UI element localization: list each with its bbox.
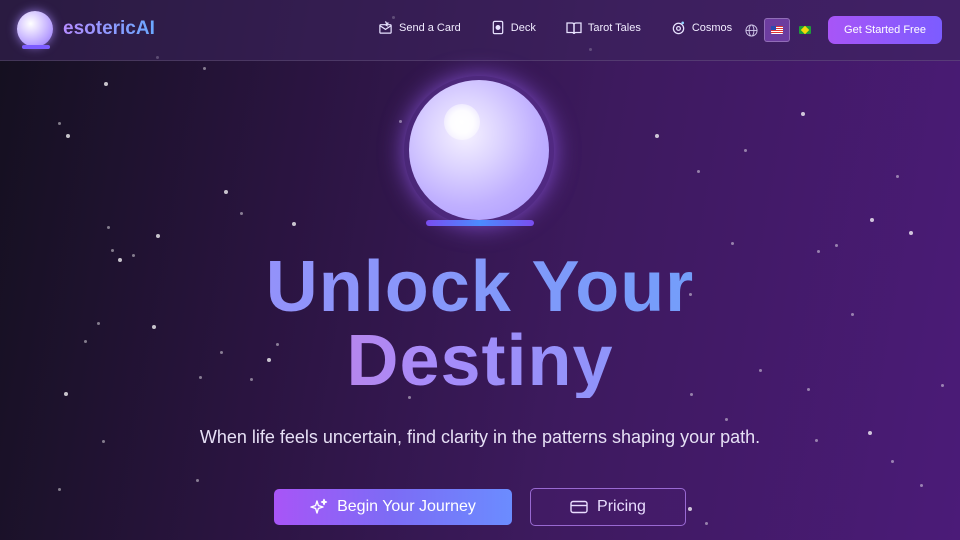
crystal-ball-base	[426, 220, 534, 226]
language-option-us[interactable]	[764, 18, 790, 42]
nav-item-cosmos[interactable]: Cosmos	[671, 20, 732, 35]
nav-item-tarot-tales[interactable]: Tarot Tales	[566, 21, 641, 35]
envelope-star-icon	[379, 21, 392, 34]
nav-item-label: Deck	[510, 21, 536, 34]
crystal-ball-hero-illustration	[404, 76, 554, 228]
brand-name: esotericAI	[63, 18, 155, 39]
nav-item-send-a-card[interactable]: Send a Card	[378, 20, 461, 35]
crystal-ball-highlight	[444, 104, 480, 140]
open-book-icon	[566, 21, 582, 34]
nav-item-label: Cosmos	[691, 21, 733, 34]
cosmos-orbit-icon	[672, 21, 685, 35]
logo-orb-base	[22, 45, 50, 49]
brazil-flag-icon	[799, 26, 811, 34]
us-flag-icon	[771, 26, 783, 34]
nav-item-deck[interactable]: Deck	[491, 20, 536, 35]
begin-your-journey-button[interactable]: Begin Your Journey	[274, 489, 512, 525]
get-started-free-button[interactable]: Get Started Free	[828, 16, 942, 44]
globe-icon	[745, 23, 758, 37]
pricing-button[interactable]: Pricing	[530, 488, 686, 526]
language-option-br[interactable]	[792, 18, 818, 42]
top-navigation-bar: esotericAI Send a Card Deck Tarot Tales …	[0, 0, 960, 61]
nav-item-label: Tarot Tales	[587, 21, 641, 34]
pricing-label: Pricing	[597, 498, 646, 515]
crystal-ball-orb	[409, 80, 549, 220]
begin-your-journey-label: Begin Your Journey	[337, 498, 476, 515]
tarot-card-icon	[492, 20, 504, 35]
hero-title-line2: Destiny	[0, 324, 960, 398]
hero-subtitle: When life feels uncertain, find clarity …	[199, 427, 761, 447]
crystal-ball-logo-icon	[17, 11, 53, 47]
language-switcher	[745, 18, 818, 42]
brand-logo[interactable]: esotericAI	[17, 11, 155, 49]
sparkles-icon	[310, 498, 328, 514]
hero-title-line1: Unlock Your	[0, 250, 960, 324]
nav-item-label: Send a Card	[399, 21, 461, 34]
credit-card-icon	[570, 500, 588, 514]
main-nav: Send a Card Deck Tarot Tales Cosmos	[378, 20, 762, 35]
hero-headline: Unlock Your Destiny	[0, 250, 960, 398]
